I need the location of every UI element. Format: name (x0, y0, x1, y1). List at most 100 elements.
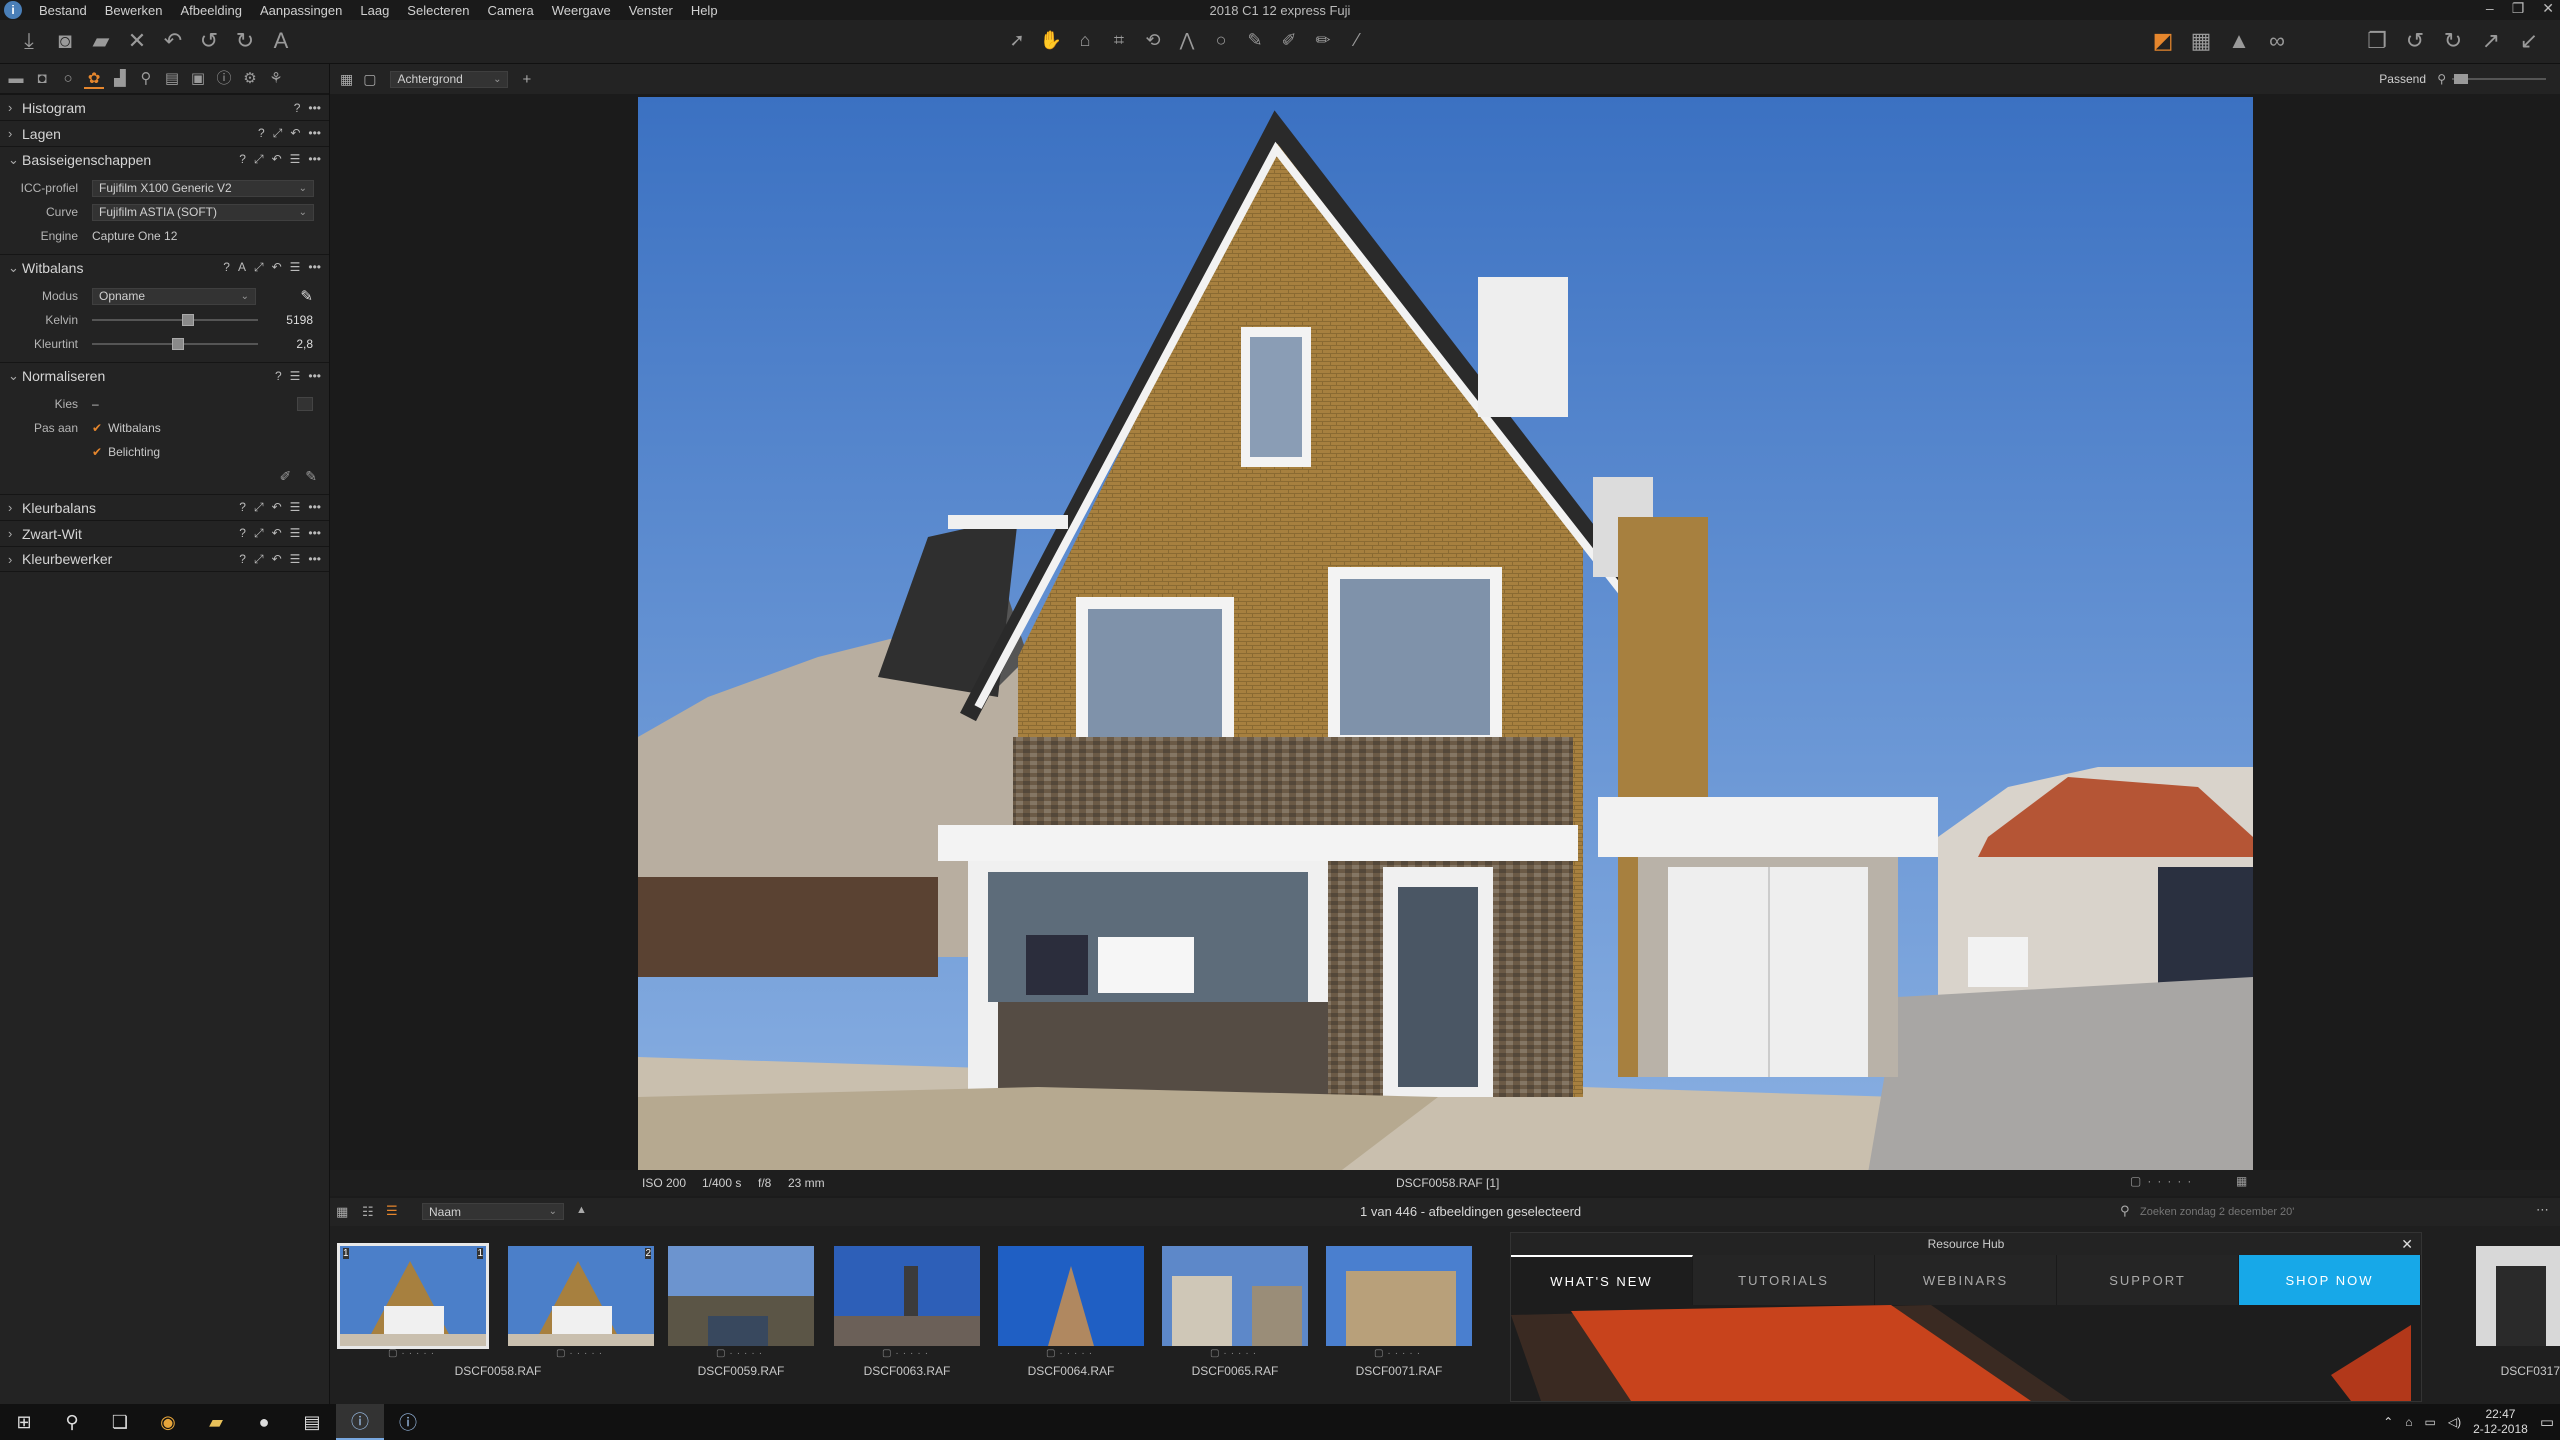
sort-select[interactable]: Naam ⌄ (422, 1203, 564, 1220)
delete-icon[interactable]: ✕ (120, 28, 154, 54)
tab-tutorials[interactable]: TUTORIALS (1693, 1255, 1875, 1305)
thumbnail[interactable] (668, 1246, 814, 1346)
copy-apply-icon[interactable]: ⤢ (254, 552, 264, 567)
help-icon[interactable]: ? (239, 526, 246, 541)
reset-tool-icon[interactable]: ↶ (272, 526, 282, 541)
tool-lagen[interactable]: › Lagen ? ⤢ ↶ ••• (0, 120, 329, 146)
notifications-icon[interactable]: ▭ (2540, 1413, 2554, 1431)
network-icon[interactable]: ⌂ (2405, 1415, 2412, 1429)
clock[interactable]: 22:47 2-12-2018 (2473, 1407, 2528, 1437)
tab-webinars[interactable]: WEBINARS (1875, 1255, 2057, 1305)
thumbnail[interactable]: 1 1 (337, 1243, 489, 1349)
reset-icon[interactable]: ↺ (2398, 28, 2432, 54)
task-view-icon[interactable]: ❏ (96, 1404, 144, 1440)
capture-tab[interactable]: ◘ (32, 69, 52, 89)
apply-icon[interactable]: ↗ (2474, 28, 2508, 54)
more-icon[interactable]: ••• (308, 526, 321, 541)
menu-laag[interactable]: Laag (351, 3, 398, 18)
redo-icon[interactable]: ↻ (228, 28, 262, 54)
image-viewer[interactable] (330, 94, 2560, 1173)
zoom-slider[interactable] (2452, 74, 2546, 84)
brush-icon[interactable]: ✎ (1238, 30, 1272, 51)
kelvin-slider-knob[interactable] (182, 314, 195, 326)
single-view-icon[interactable]: ▢ (363, 71, 376, 88)
menu-venster[interactable]: Venster (620, 3, 682, 18)
thumbnail[interactable] (998, 1246, 1144, 1346)
help-icon[interactable]: ? (239, 500, 246, 515)
chrome-icon[interactable]: ◉ (144, 1404, 192, 1440)
loupe-icon[interactable]: ⌂ (1068, 30, 1102, 51)
tool-basiseigenschappen[interactable]: ⌄ Basiseigenschappen ? ⤢ ↶ ☰ ••• (0, 146, 329, 172)
more-icon[interactable]: ⋯ (2536, 1202, 2549, 1218)
app-window-icon[interactable]: ▤ (288, 1404, 336, 1440)
reset-tool-icon[interactable]: ↶ (272, 500, 282, 515)
more-icon[interactable]: ••• (308, 500, 321, 515)
help-icon[interactable]: ? (239, 552, 246, 567)
wb-mode-select[interactable]: Opname ⌄ (92, 287, 256, 305)
warning-icon[interactable]: ▲ (2222, 28, 2256, 54)
menu-selecteren[interactable]: Selecteren (398, 3, 478, 18)
tool-kleurbalans[interactable]: › Kleurbalans ? ⤢ ↶ ☰ ••• (0, 494, 329, 520)
help-icon[interactable]: ? (294, 101, 301, 115)
icc-profile-select[interactable]: Fujifilm X100 Generic V2 ⌄ (92, 179, 314, 197)
kelvin-slider[interactable] (92, 313, 258, 327)
presets-icon[interactable]: ☰ (290, 500, 301, 515)
tool-normaliseren[interactable]: ⌄ Normaliseren ? ☰ ••• (0, 362, 329, 388)
capture-icon[interactable]: ◙ (48, 28, 82, 54)
more-icon[interactable]: ••• (308, 101, 321, 115)
shop-now-button[interactable]: SHOP NOW (2239, 1255, 2421, 1305)
eyedropper-icon[interactable]: ✎ (300, 287, 313, 305)
display-icon[interactable]: ▭ (2425, 1415, 2436, 1429)
reset-tool-icon[interactable]: ↶ (272, 552, 282, 567)
grid-view-icon[interactable]: ▦ (336, 1204, 348, 1220)
help-icon[interactable]: ? (258, 126, 265, 141)
adjustments-tab[interactable]: ▣ (188, 69, 208, 89)
crop-icon[interactable]: ⌗ (1102, 30, 1136, 51)
import-icon[interactable]: ⤓ (12, 28, 46, 54)
tab-support[interactable]: SUPPORT (2057, 1255, 2239, 1305)
maximize-button[interactable]: ❐ (2512, 0, 2525, 17)
capture-one-icon-2[interactable]: ⓘ (384, 1404, 432, 1440)
sort-direction-icon[interactable]: ▲ (576, 1204, 587, 1216)
metadata-tab[interactable]: ⓘ (214, 69, 234, 89)
menu-help[interactable]: Help (682, 3, 727, 18)
exposure-warning-icon[interactable]: ◩ (2146, 28, 2180, 54)
pick-normalize-icon[interactable]: ✐ (280, 468, 292, 485)
presets-icon[interactable]: ☰ (290, 260, 301, 275)
copy-apply-icon[interactable]: ⤢ (254, 152, 264, 167)
select-icon[interactable]: ➚ (1000, 30, 1034, 51)
local-tab[interactable]: ▤ (162, 69, 182, 89)
help-icon[interactable]: ? (239, 152, 246, 167)
normalize-wb-option[interactable]: Witbalans (108, 421, 161, 435)
rating-stars[interactable]: ▢····· (827, 1348, 987, 1359)
minimize-button[interactable]: – (2486, 0, 2494, 17)
rating-stars[interactable]: ▢····· (1155, 1348, 1315, 1359)
paste-icon[interactable]: ↙ (2512, 28, 2546, 54)
undo-icon[interactable]: ↺ (192, 28, 226, 54)
presets-icon[interactable]: ☰ (290, 152, 301, 167)
menu-afbeelding[interactable]: Afbeelding (172, 3, 251, 18)
apply-normalize-icon[interactable]: ✎ (305, 468, 317, 485)
tint-slider[interactable] (92, 337, 258, 351)
zoom-icon[interactable]: ⚲ (2437, 72, 2446, 86)
volume-icon[interactable]: ◁) (2448, 1415, 2461, 1429)
presets-icon[interactable]: ☰ (290, 552, 301, 567)
grid-icon[interactable]: ▦ (2236, 1174, 2247, 1188)
more-icon[interactable]: ••• (308, 552, 321, 567)
tint-value[interactable]: 2,8 (296, 337, 313, 351)
gradient-icon[interactable]: ✏ (1306, 30, 1340, 51)
more-icon[interactable]: ••• (308, 126, 321, 141)
checkmark-icon[interactable]: ✔ (92, 421, 102, 435)
library-tab[interactable]: ▬ (6, 69, 26, 89)
thumbnail[interactable] (1326, 1246, 1472, 1346)
zoom-label[interactable]: Passend (2379, 72, 2426, 86)
search-input[interactable] (2140, 1203, 2300, 1221)
rotate-icon[interactable]: ⟲ (1136, 30, 1170, 51)
help-icon[interactable]: ? (223, 260, 230, 275)
close-icon[interactable]: ✕ (2401, 1233, 2413, 1255)
keystone-icon[interactable]: ⋀ (1170, 30, 1204, 51)
thumbnail[interactable] (1162, 1246, 1308, 1346)
eraser-icon[interactable]: ✐ (1272, 30, 1306, 51)
tab-whats-new[interactable]: WHAT'S NEW (1511, 1255, 1693, 1305)
kelvin-value[interactable]: 5198 (286, 313, 313, 327)
